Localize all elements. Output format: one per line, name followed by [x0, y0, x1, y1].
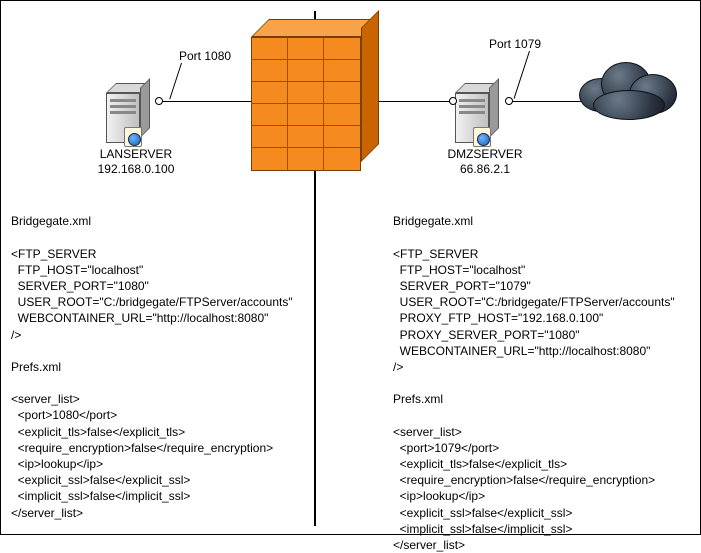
lan-ftp-host: FTP_HOST="localhost" — [11, 263, 143, 277]
lan-prefs-filename: Prefs.xml — [11, 360, 61, 374]
dmz-ftp-open: <FTP_SERVER — [393, 247, 478, 261]
lan-prefs-etls: <explicit_tls>false</explicit_tls> — [11, 425, 185, 439]
dmz-bridgegate-filename: Bridgegate.xml — [393, 214, 473, 228]
lan-ftp-web: WEBCONTAINER_URL="http://localhost:8080" — [11, 311, 268, 325]
lan-ftp-open: <FTP_SERVER — [11, 247, 96, 261]
dmz-ftp-phost: PROXY_FTP_HOST="192.168.0.100" — [393, 311, 603, 325]
diagram-frame: LANSERVER 192.168.0.100 DMZSERVER 66.86.… — [0, 0, 701, 535]
link-firewall-dmz — [379, 101, 453, 102]
dmz-port-lead — [514, 51, 530, 99]
lan-ftp-root: USER_ROOT="C:/bridgegate/FTPServer/accou… — [11, 295, 293, 309]
lan-port-lead — [169, 63, 182, 99]
lan-server-name: LANSERVER — [76, 147, 196, 162]
lan-port-label: Port 1080 — [179, 49, 231, 63]
lan-prefs-port: <port>1080</port> — [11, 408, 117, 422]
dmz-port-label: Port 1079 — [489, 37, 541, 51]
dmz-connector-right-icon — [505, 97, 513, 105]
dmz-ftp-close: /> — [393, 360, 403, 374]
dmz-ftp-port: SERVER_PORT="1079" — [393, 279, 531, 293]
dmz-connector-left-icon — [449, 97, 457, 105]
dmz-prefs-open: <server_list> — [393, 425, 462, 439]
dmz-prefs-port: <port>1079</port> — [393, 441, 499, 455]
dmz-server-label: DMZSERVER 66.86.2.1 — [425, 147, 545, 177]
lan-connector-icon — [155, 97, 163, 105]
dmz-prefs-renc: <require_encryption>false</require_encry… — [393, 473, 655, 487]
lan-prefs-issl: <implicit_ssl>false</implicit_ssl> — [11, 489, 190, 503]
firewall-icon — [251, 19, 379, 171]
dmz-ftp-host: FTP_HOST="localhost" — [393, 263, 525, 277]
dmz-server-ip: 66.86.2.1 — [425, 162, 545, 177]
dmz-config-text: Bridgegate.xml <FTP_SERVER FTP_HOST="loc… — [393, 197, 675, 553]
dmz-prefs-close: </server_list> — [393, 538, 465, 552]
dmz-server-name: DMZSERVER — [425, 147, 545, 162]
lan-prefs-ip: <ip>lookup</ip> — [11, 457, 103, 471]
lan-ftp-port: SERVER_PORT="1080" — [11, 279, 149, 293]
dmz-prefs-issl: <implicit_ssl>false</implicit_ssl> — [393, 522, 572, 536]
lan-server-icon: LANSERVER 192.168.0.100 — [106, 71, 166, 151]
lan-prefs-renc: <require_encryption>false</require_encry… — [11, 441, 273, 455]
dmz-prefs-etls: <explicit_tls>false</explicit_tls> — [393, 457, 567, 471]
dmz-ftp-pport: PROXY_SERVER_PORT="1080" — [393, 328, 580, 342]
lan-prefs-close: </server_list> — [11, 506, 83, 520]
dmz-server-icon: DMZSERVER 66.86.2.1 — [455, 71, 515, 151]
dmz-ftp-web: WEBCONTAINER_URL="http://localhost:8080" — [393, 344, 650, 358]
link-dmz-cloud — [509, 101, 581, 102]
link-lan-firewall — [159, 101, 251, 102]
lan-config-text: Bridgegate.xml <FTP_SERVER FTP_HOST="loc… — [11, 197, 293, 521]
dmz-ftp-root: USER_ROOT="C:/bridgegate/FTPServer/accou… — [393, 295, 675, 309]
cloud-icon — [571, 56, 681, 126]
dmz-prefs-ip: <ip>lookup</ip> — [393, 489, 485, 503]
lan-prefs-essl: <explicit_ssl>false</explicit_ssl> — [11, 473, 190, 487]
lan-ftp-close: /> — [11, 328, 21, 342]
lan-server-ip: 192.168.0.100 — [76, 162, 196, 177]
dmz-prefs-essl: <explicit_ssl>false</explicit_ssl> — [393, 506, 572, 520]
dmz-prefs-filename: Prefs.xml — [393, 392, 443, 406]
lan-bridgegate-filename: Bridgegate.xml — [11, 214, 91, 228]
lan-prefs-open: <server_list> — [11, 392, 80, 406]
lan-server-label: LANSERVER 192.168.0.100 — [76, 147, 196, 177]
